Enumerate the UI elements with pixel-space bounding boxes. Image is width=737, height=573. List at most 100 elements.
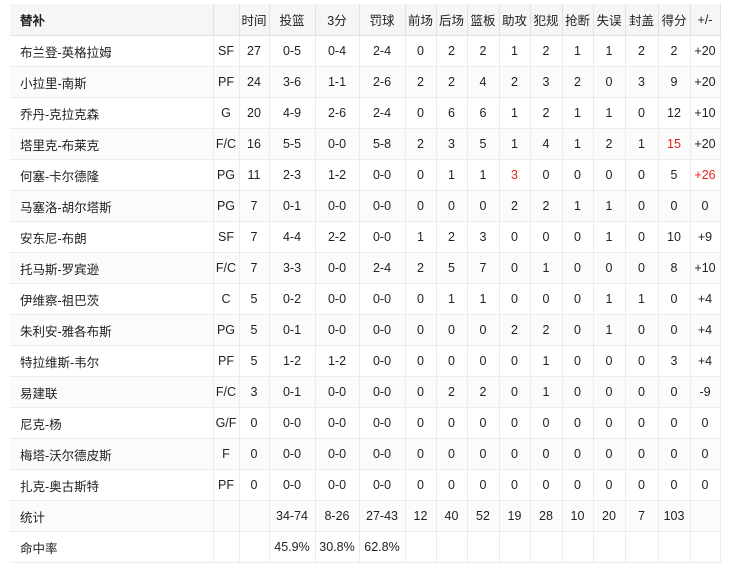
stat-points: 0 bbox=[658, 190, 691, 222]
stat-fouls: 1 bbox=[530, 252, 563, 284]
stat-fouls: 2 bbox=[530, 314, 563, 346]
stat-free-throws: 5-8 bbox=[359, 128, 406, 160]
pct-empty-cell bbox=[690, 531, 721, 563]
percentages-label: 命中率 bbox=[10, 531, 214, 563]
col-header-rebounds[interactable]: 篮板 bbox=[467, 4, 500, 36]
stat-defensive-rebounds: 1 bbox=[436, 283, 468, 315]
stat-field-goals: 0-0 bbox=[269, 469, 316, 501]
col-header-bench[interactable]: 替补 bbox=[10, 4, 214, 36]
stat-plus-minus: +4 bbox=[690, 283, 721, 315]
stat-plus-minus: 0 bbox=[690, 438, 721, 470]
stat-plus-minus: +20 bbox=[690, 66, 721, 98]
stat-three-pointers: 2-2 bbox=[315, 221, 360, 253]
stat-field-goals: 1-2 bbox=[269, 345, 316, 377]
stat-turnovers: 0 bbox=[593, 376, 626, 408]
stat-free-throws: 0-0 bbox=[359, 283, 406, 315]
totals-label: 统计 bbox=[10, 500, 214, 532]
stat-minutes: 24 bbox=[239, 66, 270, 98]
player-name[interactable]: 尼克-杨 bbox=[10, 407, 214, 439]
stat-rebounds: 0 bbox=[467, 190, 500, 222]
stat-steals: 1 bbox=[562, 128, 594, 160]
stat-fouls: 0 bbox=[530, 283, 563, 315]
player-name[interactable]: 何塞-卡尔德隆 bbox=[10, 159, 214, 191]
pct-empty-cell bbox=[593, 531, 626, 563]
totals-three-pointers: 8-26 bbox=[315, 500, 360, 532]
player-name[interactable]: 塔里克-布莱克 bbox=[10, 128, 214, 160]
stat-points: 2 bbox=[658, 35, 691, 67]
stat-assists: 1 bbox=[499, 35, 531, 67]
player-name[interactable]: 小拉里-南斯 bbox=[10, 66, 214, 98]
stat-offensive-rebounds: 0 bbox=[405, 469, 437, 501]
bench-stats-table: 替补 时间 投篮 3分 罚球 前场 后场 篮板 助攻 犯规 抢断 失误 封盖 得… bbox=[10, 4, 721, 563]
player-name[interactable]: 乔丹-克拉克森 bbox=[10, 97, 214, 129]
stat-defensive-rebounds: 0 bbox=[436, 438, 468, 470]
stat-offensive-rebounds: 0 bbox=[405, 97, 437, 129]
col-header-assists[interactable]: 助攻 bbox=[499, 4, 531, 36]
stat-three-pointers: 0-0 bbox=[315, 283, 360, 315]
col-header-plus-minus[interactable]: +/- bbox=[690, 4, 721, 36]
col-header-field-goals[interactable]: 投篮 bbox=[269, 4, 316, 36]
stat-three-pointers: 0-0 bbox=[315, 190, 360, 222]
col-header-three-pointers[interactable]: 3分 bbox=[315, 4, 360, 36]
player-name[interactable]: 托马斯-罗宾逊 bbox=[10, 252, 214, 284]
stat-assists: 0 bbox=[499, 376, 531, 408]
stat-blocks: 0 bbox=[625, 97, 659, 129]
stat-three-pointers: 0-0 bbox=[315, 252, 360, 284]
stat-minutes: 0 bbox=[239, 469, 270, 501]
stat-defensive-rebounds: 2 bbox=[436, 35, 468, 67]
col-header-steals[interactable]: 抢断 bbox=[562, 4, 594, 36]
stat-minutes: 5 bbox=[239, 283, 270, 315]
stat-three-pointers: 0-0 bbox=[315, 128, 360, 160]
player-name[interactable]: 易建联 bbox=[10, 376, 214, 408]
player-name[interactable]: 马塞洛-胡尔塔斯 bbox=[10, 190, 214, 222]
player-position: F/C bbox=[213, 252, 240, 284]
stat-rebounds: 7 bbox=[467, 252, 500, 284]
player-name[interactable]: 安东尼-布朗 bbox=[10, 221, 214, 253]
stat-turnovers: 0 bbox=[593, 252, 626, 284]
player-row: 小拉里-南斯 PF 24 3-6 1-1 2-6 2 2 4 2 3 2 0 3… bbox=[10, 66, 721, 98]
stat-offensive-rebounds: 0 bbox=[405, 190, 437, 222]
stat-free-throws: 0-0 bbox=[359, 438, 406, 470]
player-name[interactable]: 布兰登-英格拉姆 bbox=[10, 35, 214, 67]
stat-field-goals: 3-3 bbox=[269, 252, 316, 284]
col-header-turnovers[interactable]: 失误 bbox=[593, 4, 626, 36]
player-position: SF bbox=[213, 221, 240, 253]
player-name[interactable]: 伊维察-祖巴茨 bbox=[10, 283, 214, 315]
stat-field-goals: 0-1 bbox=[269, 190, 316, 222]
player-position: F/C bbox=[213, 376, 240, 408]
player-row: 伊维察-祖巴茨 C 5 0-2 0-0 0-0 0 1 1 0 0 0 1 1 … bbox=[10, 283, 721, 315]
stat-minutes: 7 bbox=[239, 221, 270, 253]
stat-plus-minus: +10 bbox=[690, 252, 721, 284]
stat-offensive-rebounds: 2 bbox=[405, 252, 437, 284]
stat-minutes: 11 bbox=[239, 159, 270, 191]
stat-points: 9 bbox=[658, 66, 691, 98]
player-position: G bbox=[213, 97, 240, 129]
stat-turnovers: 0 bbox=[593, 469, 626, 501]
stat-minutes: 20 bbox=[239, 97, 270, 129]
stat-defensive-rebounds: 6 bbox=[436, 97, 468, 129]
stat-fouls: 0 bbox=[530, 407, 563, 439]
stat-minutes: 7 bbox=[239, 190, 270, 222]
stat-plus-minus: +20 bbox=[690, 128, 721, 160]
stat-points: 0 bbox=[658, 283, 691, 315]
stat-points: 5 bbox=[658, 159, 691, 191]
player-name[interactable]: 扎克-奥古斯特 bbox=[10, 469, 214, 501]
stat-three-pointers: 2-6 bbox=[315, 97, 360, 129]
stat-plus-minus: +10 bbox=[690, 97, 721, 129]
stat-free-throws: 0-0 bbox=[359, 376, 406, 408]
stat-offensive-rebounds: 0 bbox=[405, 159, 437, 191]
col-header-blocks[interactable]: 封盖 bbox=[625, 4, 659, 36]
col-header-points[interactable]: 得分 bbox=[658, 4, 691, 36]
stat-offensive-rebounds: 0 bbox=[405, 314, 437, 346]
stat-turnovers: 0 bbox=[593, 407, 626, 439]
col-header-offensive-rebounds[interactable]: 前场 bbox=[405, 4, 437, 36]
col-header-fouls[interactable]: 犯规 bbox=[530, 4, 563, 36]
col-header-free-throws[interactable]: 罚球 bbox=[359, 4, 406, 36]
col-header-defensive-rebounds[interactable]: 后场 bbox=[436, 4, 468, 36]
col-header-minutes[interactable]: 时间 bbox=[239, 4, 270, 36]
player-name[interactable]: 梅塔-沃尔德皮斯 bbox=[10, 438, 214, 470]
stat-rebounds: 4 bbox=[467, 66, 500, 98]
stat-offensive-rebounds: 0 bbox=[405, 345, 437, 377]
player-name[interactable]: 特拉维斯-韦尔 bbox=[10, 345, 214, 377]
player-name[interactable]: 朱利安-雅各布斯 bbox=[10, 314, 214, 346]
